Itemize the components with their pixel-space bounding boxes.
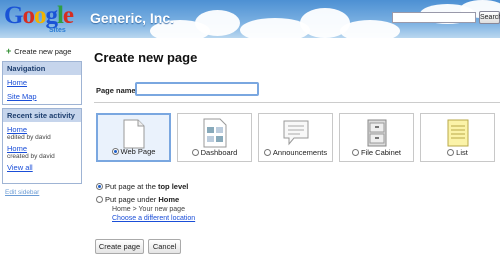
nav-item-home[interactable]: Home — [7, 78, 77, 87]
template-label: Announcements — [272, 148, 328, 157]
navigation-box: Navigation Home Site Map — [2, 61, 82, 105]
template-radio[interactable] — [191, 149, 199, 156]
nav-item-site-map[interactable]: Site Map — [7, 92, 77, 101]
announcements-icon — [283, 120, 308, 146]
location-radio[interactable] — [96, 196, 103, 203]
navigation-title: Navigation — [3, 62, 81, 75]
dashboard-icon — [203, 118, 226, 148]
page-title: Create new page — [94, 50, 198, 65]
recent-activity-title: Recent site activity — [3, 109, 81, 122]
create-new-page-label: Create new page — [14, 47, 72, 56]
template-radio[interactable] — [263, 149, 271, 156]
site-title[interactable]: Generic, Inc. — [90, 10, 174, 26]
plus-icon: + — [6, 46, 12, 56]
create-new-page-link[interactable]: + Create new page — [6, 46, 71, 56]
logo-sites-label: Sites — [49, 27, 66, 34]
location-top-level-option[interactable]: Put page at the top level — [96, 182, 188, 191]
template-announcements[interactable]: Announcements — [258, 113, 333, 162]
cancel-button[interactable]: Cancel — [148, 239, 181, 254]
template-file-cabinet[interactable]: File Cabinet — [339, 113, 414, 162]
location-radio[interactable] — [96, 183, 103, 190]
list-icon — [447, 119, 468, 147]
page-name-input[interactable] — [135, 82, 259, 96]
cloud-decoration — [340, 20, 400, 38]
web-page-icon — [123, 119, 144, 149]
template-radio[interactable] — [111, 148, 119, 155]
google-logo[interactable]: Google — [4, 2, 74, 29]
template-list[interactable]: List — [420, 113, 495, 162]
recent-item-link[interactable]: Home — [7, 144, 77, 153]
create-page-button[interactable]: Create page — [95, 239, 144, 254]
template-radio[interactable] — [447, 149, 455, 156]
recent-item-detail: created by david — [7, 153, 55, 160]
location-under-bold: Home — [158, 195, 180, 204]
choose-location-link[interactable]: Choose a different location — [112, 215, 195, 222]
logo-letter: e — [62, 2, 74, 29]
template-label: List — [456, 148, 468, 157]
search-button[interactable]: Search — [479, 11, 500, 24]
template-radio[interactable] — [351, 149, 359, 156]
template-label: Web Page — [120, 147, 156, 156]
template-label: Dashboard — [200, 148, 238, 157]
template-dashboard[interactable]: Dashboard — [177, 113, 252, 162]
template-label: File Cabinet — [360, 148, 402, 157]
logo-letter: o — [22, 2, 34, 29]
location-under-text: Put page under — [105, 195, 159, 204]
file-cabinet-icon — [367, 119, 386, 147]
page-name-label: Page name — [96, 86, 136, 95]
template-web-page[interactable]: Web Page — [96, 113, 171, 162]
recent-item-detail: edited by david — [7, 134, 51, 141]
logo-letter: o — [33, 2, 46, 29]
view-all-link[interactable]: View all — [7, 163, 77, 172]
location-breadcrumb: Home > Your new page — [112, 206, 185, 213]
recent-item-link[interactable]: Home — [7, 125, 77, 134]
location-top-level-text: Put page at the — [105, 182, 158, 191]
search-input[interactable] — [392, 12, 476, 23]
cloud-decoration — [195, 10, 240, 36]
site-header: Google Sites Generic, Inc. Search — [0, 0, 500, 38]
recent-activity-box: Recent site activity Home edited by davi… — [2, 108, 82, 184]
location-under-option[interactable]: Put page under Home — [96, 195, 179, 204]
location-top-level-bold: top level — [157, 182, 189, 191]
divider — [94, 102, 500, 103]
edit-sidebar-link[interactable]: Edit sidebar — [5, 189, 39, 196]
logo-letter: G — [4, 2, 23, 29]
logo-letter: g — [45, 2, 57, 29]
